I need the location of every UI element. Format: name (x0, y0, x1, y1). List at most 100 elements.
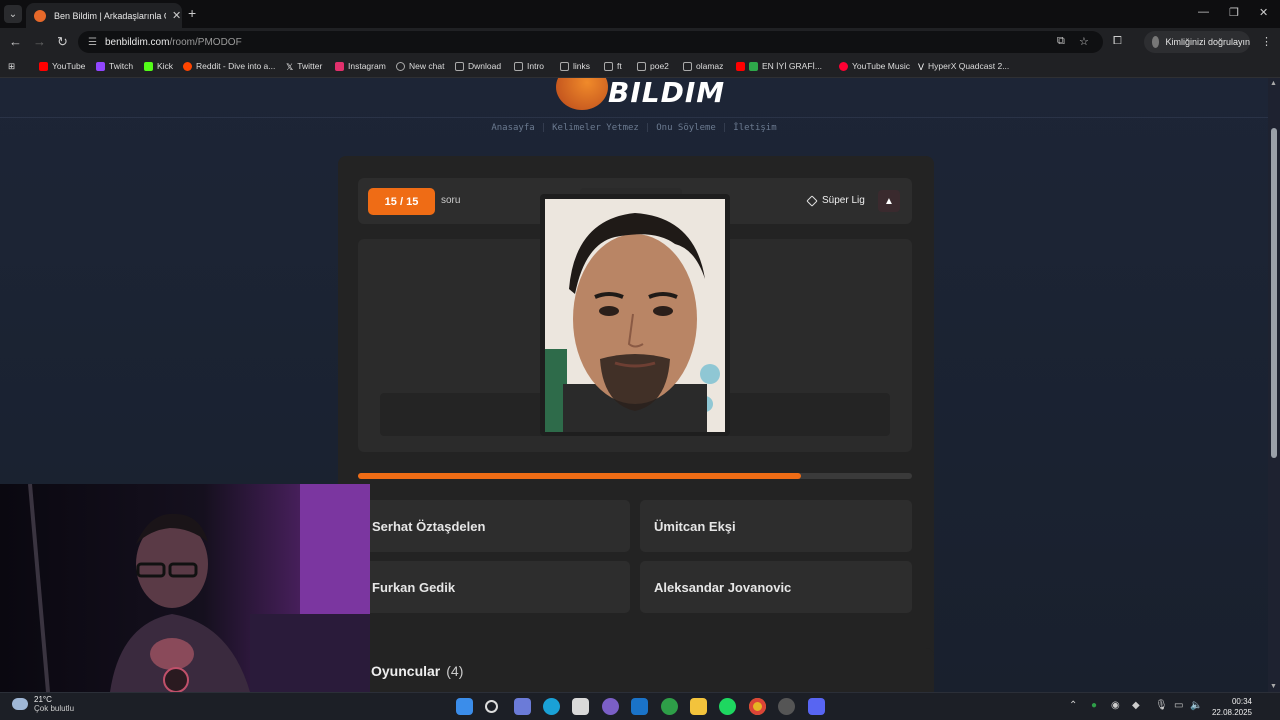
nav-iletisim[interactable]: İletişim (733, 123, 776, 133)
bookmark-folder-ft[interactable]: ft (604, 61, 622, 71)
report-button[interactable]: ▲ (878, 190, 900, 212)
bookmarks-bar: ⊞ YouTube Twitch Kick Reddit - Dive into… (0, 56, 1280, 78)
players-heading: Oyuncular (4) (371, 663, 463, 679)
logo-text: BILDIM (608, 78, 726, 109)
league-label: Süper Lig (806, 194, 865, 207)
bookmark-new-chat[interactable]: New chat (396, 61, 444, 71)
page-scrollbar[interactable]: ▲ ▼ (1268, 78, 1280, 692)
player-face-image (545, 199, 725, 432)
weather-widget[interactable]: 21°C Çok bulutlu (12, 695, 74, 713)
site-logo[interactable]: BILDIM (556, 78, 724, 112)
bookmark-folder-links[interactable]: links (560, 61, 590, 71)
bookmark-folder-olamaz[interactable]: olamaz (683, 61, 723, 71)
bookmark-reddit[interactable]: Reddit - Dive into a... (183, 61, 275, 71)
address-bar[interactable]: ☰ benbildim.com /room/PMODOF (78, 31, 1103, 53)
bookmark-kick[interactable]: Kick (144, 61, 173, 71)
tray-app-icon[interactable]: ● (1091, 700, 1097, 711)
new-tab-icon[interactable]: + (188, 5, 196, 21)
scroll-down-icon[interactable]: ▼ (1270, 683, 1277, 690)
profile-button[interactable]: Kimliğinizi doğrulayın (1144, 31, 1250, 53)
network-icon[interactable]: ▭ (1174, 700, 1183, 711)
search-icon[interactable] (485, 700, 498, 713)
bookmark-star-icon[interactable]: ☆ (1079, 35, 1089, 48)
nav-separator: | (721, 123, 728, 133)
bookmark-youtube-music[interactable]: YouTube Music (839, 61, 910, 71)
site-favicon-icon (34, 9, 46, 22)
bookmark-twitter[interactable]: 𝕏 Twitter (286, 61, 322, 72)
question-counter: 15 / 15 (368, 188, 435, 215)
site-nav: Anasayfa | Kelimeler Yetmez | Onu Söylem… (0, 123, 1268, 133)
answer-option-2[interactable]: Ümitcan Ekşi (640, 500, 912, 552)
scrollbar-thumb[interactable] (1271, 128, 1277, 458)
bookmark-youtube[interactable]: YouTube (39, 61, 85, 71)
edge-icon[interactable] (543, 698, 560, 715)
start-icon[interactable] (456, 698, 473, 715)
profile-avatar-icon (1152, 36, 1160, 48)
reload-icon[interactable]: ↻ (57, 34, 68, 50)
nav-onu-soyleme[interactable]: Onu Söyleme (656, 123, 716, 133)
copilot-icon[interactable] (514, 698, 531, 715)
apps-grid-icon[interactable]: ⊞ (8, 61, 15, 72)
menu-dots-icon[interactable]: ⋮ (1261, 35, 1272, 48)
tray-chevron-icon[interactable]: ⌃ (1069, 700, 1077, 711)
spotify-icon[interactable] (719, 698, 736, 715)
volume-icon[interactable]: 🔈 (1190, 700, 1202, 711)
restore-icon[interactable]: ❐ (1229, 6, 1239, 19)
discord-icon[interactable] (808, 698, 825, 715)
tab-close-icon[interactable]: ✕ (172, 9, 181, 22)
file-explorer-icon[interactable] (690, 698, 707, 715)
scroll-up-icon[interactable]: ▲ (1270, 80, 1277, 87)
bookmark-grafik[interactable]: EN İYİ GRAFİ... (736, 61, 822, 71)
logo-ball-icon (556, 78, 608, 110)
bookmark-folder-poe2[interactable]: poe2 (637, 61, 669, 71)
bookmark-twitch[interactable]: Twitch (96, 61, 133, 71)
teams-icon[interactable] (602, 698, 619, 715)
url-path: /room/PMODOF (169, 36, 242, 48)
obs-icon[interactable] (778, 698, 795, 715)
warning-icon: ▲ (884, 195, 894, 207)
webcam-overlay (0, 484, 370, 692)
install-app-icon[interactable]: ⧉ (1057, 35, 1065, 48)
microphone-icon[interactable]: 🎙 (1155, 700, 1168, 711)
bookmark-folder-dwnload[interactable]: Dwnload (455, 61, 501, 71)
tab-title: Ben Bildim | Arkadaşlarınla Onli... (54, 10, 166, 21)
url-host: benbildim.com (104, 36, 170, 48)
forward-icon[interactable]: → (33, 34, 46, 49)
site-info-icon[interactable]: ☰ (88, 37, 97, 48)
system-clock[interactable]: 00:34 22.08.2025 (1208, 696, 1252, 718)
question-progress-fill (358, 473, 802, 479)
store-icon[interactable] (572, 698, 589, 715)
tag-icon (806, 194, 818, 207)
tray-steam-icon[interactable]: ◆ (1132, 700, 1140, 711)
bookmark-folder-intro[interactable]: Intro (514, 61, 544, 71)
xbox-icon[interactable] (661, 698, 678, 715)
window-close-icon[interactable]: ✕ (1259, 6, 1268, 19)
players-title: Oyuncular (371, 663, 441, 679)
nav-kelimeler-yetmez[interactable]: Kelimeler Yetmez (552, 123, 639, 133)
outlook-icon[interactable] (631, 698, 648, 715)
league-name: Süper Lig (822, 195, 865, 206)
answer-option-3[interactable]: Furkan Gedik (358, 561, 630, 613)
clock-date: 22.08.2025 (1211, 708, 1252, 717)
minimize-icon[interactable]: — (1198, 6, 1209, 18)
nav-separator: | (540, 123, 547, 133)
bookmark-hyperx[interactable]: V HyperX Quadcast 2... (918, 61, 1009, 72)
weather-temp: 21°C (34, 695, 52, 704)
answer-option-1[interactable]: Serhat Öztaşdelen (358, 500, 630, 552)
answer-option-4[interactable]: Aleksandar Jovanovic (640, 561, 912, 613)
question-progress-bar (358, 473, 912, 479)
browser-titlebar: ⌄ Ben Bildim | Arkadaşlarınla Onli... ✕ … (0, 0, 1280, 28)
tray-steelseries-icon[interactable]: ◉ (1111, 700, 1120, 711)
players-count: (4) (446, 663, 464, 679)
tab-search-icon[interactable]: ⌄ (4, 5, 22, 23)
bookmark-instagram[interactable]: Instagram (335, 61, 386, 71)
chrome-icon[interactable] (749, 698, 766, 715)
extensions-icon[interactable]: ⧠ (1113, 35, 1122, 48)
question-counter-suffix: soru (441, 195, 461, 206)
nav-home[interactable]: Anasayfa (491, 123, 534, 133)
back-icon[interactable]: ← (9, 34, 22, 49)
clock-time: 00:34 (1231, 697, 1252, 706)
weather-desc: Çok bulutlu (34, 704, 75, 713)
browser-toolbar: ← → ↻ ☰ benbildim.com /room/PMODOF ⧉ ☆ ⧠… (0, 28, 1280, 56)
active-tab[interactable]: Ben Bildim | Arkadaşlarınla Onli... ✕ (26, 3, 182, 28)
